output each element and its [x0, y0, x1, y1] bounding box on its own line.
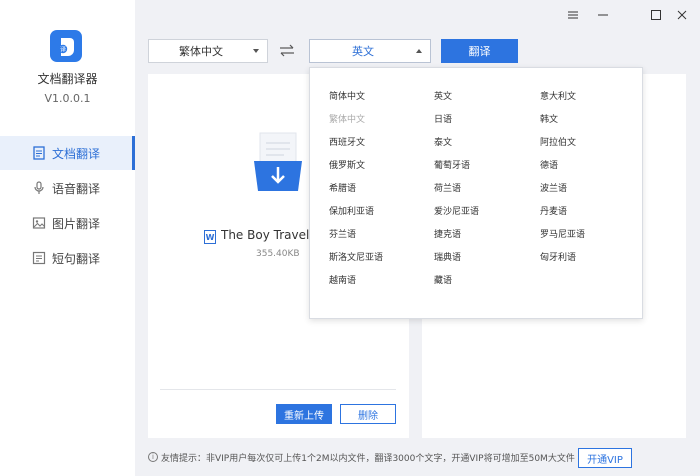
- sidebar-item-label: 文档翻译: [52, 146, 101, 161]
- delete-button[interactable]: 删除: [340, 404, 396, 424]
- app-version: V1.0.0.1: [44, 92, 91, 105]
- sidebar-item-label: 短句翻译: [52, 251, 101, 266]
- language-option[interactable]: 意大利文: [540, 89, 576, 102]
- sidebar-item-document-translate[interactable]: 文档翻译: [0, 136, 135, 170]
- sidebar-item-sentence-translate[interactable]: 短句翻译: [0, 241, 135, 275]
- language-option[interactable]: 芬兰语: [329, 227, 356, 240]
- app-logo-icon: 译: [50, 30, 82, 62]
- target-language-value: 英文: [352, 45, 374, 58]
- language-option-disabled: 繁体中文: [329, 115, 366, 125]
- source-language-value: 繁体中文: [179, 45, 223, 58]
- sidebar-item-voice-translate[interactable]: 语音翻译: [0, 171, 135, 205]
- image-icon: [32, 216, 46, 230]
- language-option[interactable]: 韩文: [540, 112, 558, 125]
- language-option[interactable]: 俄罗斯文: [329, 158, 365, 171]
- sidebar-item-image-translate[interactable]: 图片翻译: [0, 206, 135, 240]
- language-option[interactable]: 德语: [540, 158, 558, 171]
- chevron-up-icon: [416, 49, 422, 53]
- language-option[interactable]: 捷克语: [434, 227, 461, 240]
- target-language-select[interactable]: 英文: [309, 39, 431, 63]
- language-option[interactable]: 越南语: [329, 273, 356, 286]
- target-language-dropdown: 简体中文 繁体中文 西班牙文 俄罗斯文 希腊语 保加利亚语 芬兰语 斯洛文尼亚语…: [309, 67, 643, 319]
- source-language-select[interactable]: 繁体中文: [148, 39, 268, 63]
- app-name: 文档翻译器: [37, 72, 98, 86]
- language-option[interactable]: 斯洛文尼亚语: [329, 250, 383, 263]
- document-icon: [32, 146, 46, 160]
- swap-languages-icon[interactable]: [278, 43, 296, 59]
- language-option[interactable]: 英文: [434, 89, 452, 102]
- language-option[interactable]: 泰文: [434, 135, 452, 148]
- sidebar: 译 文档翻译器 V1.0.0.1 文档翻译 语音翻译 图片翻译 短句翻译: [0, 0, 135, 476]
- language-option[interactable]: 爱沙尼亚语: [434, 204, 479, 217]
- menu-icon[interactable]: [563, 6, 583, 24]
- microphone-icon: [32, 181, 46, 195]
- language-option[interactable]: 日语: [434, 112, 452, 125]
- language-option[interactable]: 藏语: [434, 273, 452, 286]
- language-option[interactable]: 保加利亚语: [329, 204, 374, 217]
- info-icon: i: [148, 452, 158, 462]
- tip-text: 友情提示：非VIP用户每次仅可上传1个2M以内文件，翻译3000个文字，开通VI…: [161, 454, 575, 464]
- language-option[interactable]: 希腊语: [329, 181, 356, 194]
- language-option[interactable]: 西班牙文: [329, 135, 365, 148]
- sidebar-item-label: 语音翻译: [52, 181, 101, 196]
- file-size: 355.40KB: [256, 249, 300, 259]
- word-file-icon: W: [204, 230, 216, 244]
- language-option[interactable]: 阿拉伯文: [540, 135, 576, 148]
- minimize-icon[interactable]: [593, 6, 613, 24]
- text-icon: [32, 251, 46, 265]
- reupload-button[interactable]: 重新上传: [276, 404, 332, 424]
- svg-text:译: 译: [60, 46, 66, 54]
- language-option[interactable]: 罗马尼亚语: [540, 227, 585, 240]
- language-option[interactable]: 瑞典语: [434, 250, 461, 263]
- language-option[interactable]: 简体中文: [329, 89, 365, 102]
- translate-button[interactable]: 翻译: [441, 39, 518, 63]
- divider: [160, 389, 396, 390]
- language-option[interactable]: 荷兰语: [434, 181, 461, 194]
- maximize-icon[interactable]: [646, 6, 666, 24]
- language-option[interactable]: 匈牙利语: [540, 250, 576, 263]
- language-option[interactable]: 波兰语: [540, 181, 567, 194]
- chevron-down-icon: [253, 49, 259, 53]
- upgrade-vip-button[interactable]: 开通VIP: [578, 448, 632, 468]
- close-icon[interactable]: [672, 6, 692, 24]
- document-upload-illustration-icon: [248, 131, 308, 195]
- language-option[interactable]: 丹麦语: [540, 204, 567, 217]
- sidebar-item-label: 图片翻译: [52, 216, 101, 231]
- language-option[interactable]: 葡萄牙语: [434, 158, 470, 171]
